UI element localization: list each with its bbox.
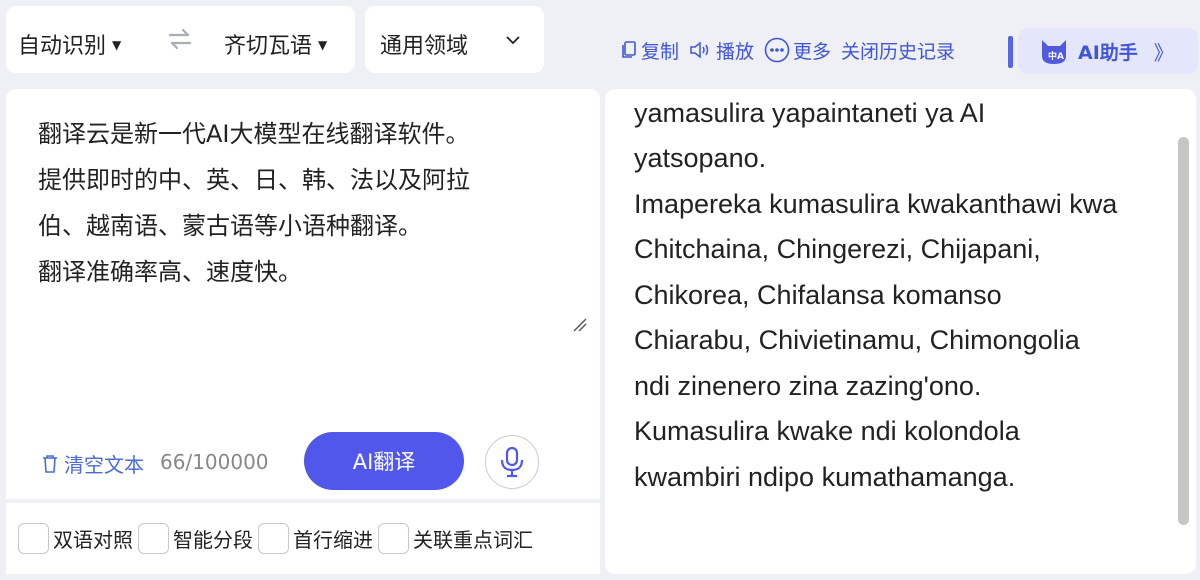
- microphone-icon: [500, 446, 524, 478]
- option-label: 首行缩进: [293, 528, 373, 552]
- copy-button[interactable]: 复制: [620, 37, 679, 64]
- option-key-vocabulary[interactable]: 关联重点词汇: [378, 523, 533, 554]
- resize-handle-icon[interactable]: [572, 317, 588, 333]
- option-label: 智能分段: [173, 528, 253, 552]
- option-label: 双语对照: [53, 528, 133, 552]
- translation-options: 双语对照 智能分段 首行缩进 关联重点词汇: [6, 503, 600, 574]
- double-chevron-right-icon: 》: [1153, 40, 1174, 65]
- svg-text:中A: 中A: [1048, 50, 1064, 62]
- ai-translate-button[interactable]: AI翻译: [304, 432, 464, 490]
- trash-icon: [43, 454, 57, 473]
- more-label: 更多: [793, 40, 832, 63]
- chevron-down-icon: [506, 36, 520, 45]
- play-button[interactable]: 播放: [689, 37, 754, 64]
- close-history-label: 关闭历史记录: [841, 40, 956, 63]
- character-counter: 66/100000: [160, 450, 269, 474]
- ai-cat-icon: 中A: [1042, 40, 1066, 64]
- microphone-button[interactable]: [485, 435, 539, 489]
- more-button[interactable]: 更多: [764, 37, 831, 64]
- option-label: 关联重点词汇: [413, 528, 533, 552]
- option-smart-paragraph[interactable]: 智能分段: [138, 523, 253, 554]
- option-bilingual[interactable]: 双语对照: [18, 523, 133, 554]
- checkbox[interactable]: [378, 523, 409, 554]
- speaker-icon: [690, 41, 709, 59]
- ai-assistant-label: AI助手: [1078, 41, 1138, 64]
- option-first-line-indent[interactable]: 首行缩进: [258, 523, 373, 554]
- source-language-dropdown[interactable]: 自动识别 ▼: [18, 28, 121, 60]
- copy-icon: [622, 41, 636, 58]
- swap-languages-icon[interactable]: [166, 26, 194, 52]
- ai-assistant-button[interactable]: 中A AI助手 》: [1018, 28, 1198, 74]
- caret-down-icon: ▼: [112, 38, 122, 52]
- close-history-button[interactable]: 关闭历史记录: [841, 37, 955, 64]
- copy-label: 复制: [641, 40, 680, 63]
- target-language-label: 齐切瓦语: [224, 34, 313, 59]
- output-scrollbar[interactable]: [1178, 137, 1189, 525]
- source-input-panel: 翻译云是新一代AI大模型在线翻译软件。 提供即时的中、英、日、韩、法以及阿拉 伯…: [6, 89, 600, 499]
- target-language-dropdown[interactable]: 齐切瓦语 ▼: [224, 28, 327, 60]
- language-selector-panel: 自动识别 ▼ 齐切瓦语 ▼: [6, 6, 355, 73]
- domain-dropdown[interactable]: 通用领域: [365, 6, 544, 73]
- checkbox[interactable]: [138, 523, 169, 554]
- checkbox[interactable]: [258, 523, 289, 554]
- checkbox[interactable]: [18, 523, 49, 554]
- translation-output-panel: Translation Cloud ndi pulogalamu yamasul…: [605, 89, 1196, 574]
- output-toolbar: 复制 播放 更多 关闭历史记录: [620, 36, 965, 64]
- toolbar-divider: [1008, 36, 1013, 68]
- caret-down-icon: ▼: [318, 38, 328, 52]
- source-language-label: 自动识别: [18, 34, 107, 59]
- translation-output-text: Translation Cloud ndi pulogalamu yamasul…: [634, 97, 1118, 492]
- more-icon: [764, 37, 790, 63]
- clear-text-label: 清空文本: [64, 453, 144, 477]
- clear-text-button[interactable]: 清空文本: [40, 449, 144, 478]
- domain-label: 通用领域: [380, 34, 469, 59]
- play-label: 播放: [716, 40, 755, 63]
- source-text-input[interactable]: 翻译云是新一代AI大模型在线翻译软件。 提供即时的中、英、日、韩、法以及阿拉 伯…: [38, 111, 568, 295]
